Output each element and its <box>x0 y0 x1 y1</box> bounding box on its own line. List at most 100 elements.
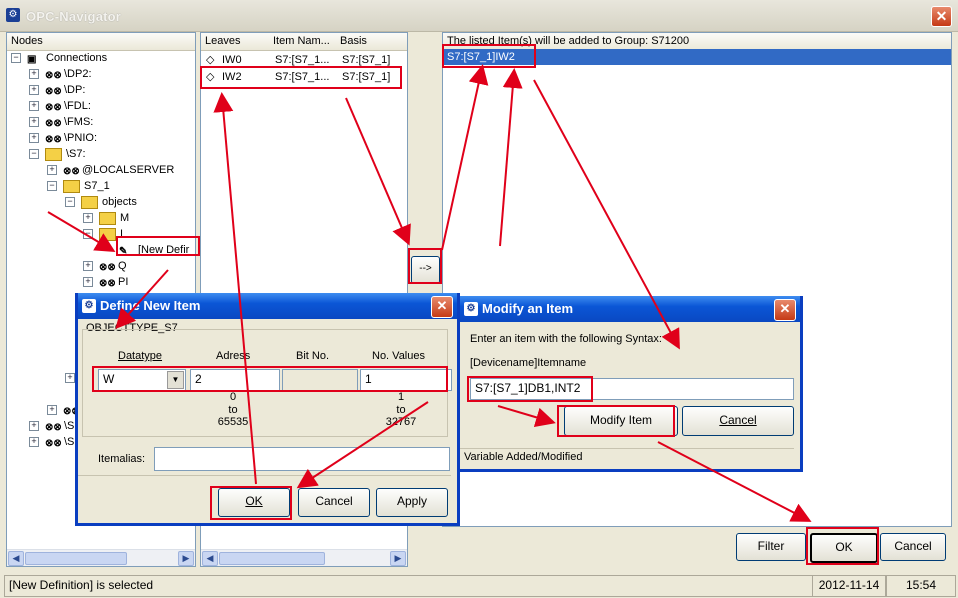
filter-button[interactable]: Filter <box>736 533 806 561</box>
adress-min: 0 <box>229 391 237 403</box>
status-date: 2012-11-14 <box>812 575 886 597</box>
close-icon[interactable]: ✕ <box>431 296 453 318</box>
tree-item-pnio[interactable]: + ⊗⊗ \PNIO: <box>29 131 97 145</box>
dialog-separator <box>78 475 451 476</box>
collapse-icon[interactable]: − <box>47 181 57 192</box>
datatype-label: Datatype <box>118 350 163 362</box>
expand-icon[interactable]: + <box>29 421 39 432</box>
window-close-button[interactable]: ✕ <box>931 6 952 27</box>
modify-status: Variable Added/Modified <box>460 448 794 466</box>
tree-label: \S <box>64 420 75 432</box>
modify-cancel-button[interactable]: Cancel <box>682 406 794 436</box>
binoculars-icon: ⊗⊗ <box>45 117 62 129</box>
expand-icon[interactable]: + <box>29 85 39 96</box>
folder-icon <box>99 211 116 225</box>
annotation-box-define-fields <box>92 366 448 392</box>
adress-to: to <box>228 404 238 416</box>
annotation-box-add-button <box>408 248 442 284</box>
tree-item-m[interactable]: + M <box>83 211 129 225</box>
tree-item-s-a[interactable]: + ⊗⊗ \S <box>29 419 74 433</box>
define-apply-button[interactable]: Apply <box>376 488 448 517</box>
tree-item-s7[interactable]: − \S7: <box>29 147 86 161</box>
col-basis[interactable]: Basis <box>336 33 407 51</box>
close-icon[interactable]: ✕ <box>774 299 796 321</box>
expand-icon[interactable]: + <box>47 405 57 416</box>
expand-icon[interactable]: + <box>83 261 93 272</box>
window-title: OPC-Navigator <box>26 9 122 24</box>
tree-item-q[interactable]: + ⊗⊗ Q <box>83 259 127 273</box>
tree-label: Connections <box>46 52 108 64</box>
tree-item-s-b[interactable]: + ⊗⊗ \S <box>29 435 74 449</box>
col-leaves[interactable]: Leaves <box>201 33 274 51</box>
novalues-max: 32767 <box>385 416 417 428</box>
scroll-thumb[interactable] <box>25 552 127 565</box>
modify-instruction: Enter an item with the following Syntax: <box>470 333 662 345</box>
scroll-right-icon[interactable]: ▶ <box>178 551 194 566</box>
annotation-box-new-definition <box>116 236 200 256</box>
tree-item-dp[interactable]: + ⊗⊗ \DP: <box>29 83 85 97</box>
define-cancel-button[interactable]: Cancel <box>298 488 370 517</box>
tree-item-dp2[interactable]: + ⊗⊗ \DP2: <box>29 67 92 81</box>
tree-label: \DP2: <box>64 68 92 80</box>
binoculars-icon: ⊗⊗ <box>63 165 80 177</box>
expand-icon[interactable]: + <box>29 133 39 144</box>
expand-icon[interactable]: + <box>29 437 39 448</box>
dialog-app-icon: ⚙ <box>464 302 478 316</box>
collapse-icon[interactable]: − <box>65 197 75 208</box>
scroll-right-icon[interactable]: ▶ <box>390 551 406 566</box>
tree-item-s7-1[interactable]: − S7_1 <box>47 179 110 193</box>
modify-dialog-title: Modify an Item <box>482 301 574 316</box>
binoculars-icon: ⊗⊗ <box>99 277 116 289</box>
collapse-icon[interactable]: − <box>29 149 39 160</box>
status-time: 15:54 <box>886 575 956 597</box>
novalues-min: 1 <box>397 391 405 403</box>
expand-icon[interactable]: + <box>29 101 39 112</box>
collapse-icon[interactable]: − <box>11 53 21 64</box>
tree-item-fms[interactable]: + ⊗⊗ \FMS: <box>29 115 93 129</box>
nodes-header[interactable]: Nodes <box>7 33 195 51</box>
tree-item-pi[interactable]: + ⊗⊗ PI <box>83 275 128 289</box>
status-message: [New Definition] is selected <box>4 575 814 597</box>
tree-item-connections[interactable]: − ▣ Connections <box>11 51 107 65</box>
define-dialog-title: Define New Item <box>100 298 201 313</box>
modify-syntax: [Devicename]Itemname <box>470 357 587 369</box>
window-titlebar: ⚙ OPC-Navigator <box>0 0 958 32</box>
adress-max: 65535 <box>217 416 249 428</box>
collapse-icon[interactable]: − <box>83 229 93 240</box>
folder-open-icon <box>63 179 80 193</box>
expand-icon[interactable]: + <box>47 165 57 176</box>
binoculars-icon: ⊗⊗ <box>45 437 62 449</box>
app-icon: ⚙ <box>6 8 20 22</box>
binoculars-icon: ⊗⊗ <box>45 85 62 97</box>
annotation-box-group-item <box>442 44 536 68</box>
novalues-to: to <box>396 404 406 416</box>
tree-item-objects[interactable]: − objects <box>65 195 137 209</box>
tree-label: \FDL: <box>64 100 91 112</box>
scroll-left-icon[interactable]: ◀ <box>202 551 218 566</box>
binoculars-icon: ⊗⊗ <box>45 133 62 145</box>
tree-item-localserver[interactable]: + ⊗⊗ @LOCALSERVER <box>47 163 174 177</box>
expand-icon[interactable]: + <box>29 117 39 128</box>
annotation-box-define-ok <box>210 486 292 520</box>
leaves-hscrollbar[interactable]: ◀ ▶ <box>201 549 407 566</box>
network-icon: ▣ <box>27 53 37 65</box>
annotation-box-modify-button <box>557 405 675 437</box>
cancel-button[interactable]: Cancel <box>880 533 946 561</box>
expand-icon[interactable]: + <box>83 277 93 288</box>
annotation-box-modify-input <box>467 376 593 402</box>
tree-label: \FMS: <box>64 116 94 128</box>
itemalias-label: Itemalias: <box>98 453 146 465</box>
annotation-box-leaf-iw2 <box>200 66 402 89</box>
tree-label: M <box>120 212 130 224</box>
scroll-thumb[interactable] <box>219 552 325 565</box>
nodes-hscrollbar[interactable]: ◀ ▶ <box>7 549 195 566</box>
scroll-left-icon[interactable]: ◀ <box>8 551 24 566</box>
expand-icon[interactable]: + <box>29 69 39 80</box>
tree-item-fdl[interactable]: + ⊗⊗ \FDL: <box>29 99 91 113</box>
tree-label: \S <box>64 436 75 448</box>
expand-icon[interactable]: + <box>65 373 75 384</box>
col-item-name[interactable]: Item Nam... <box>269 33 341 51</box>
itemalias-input[interactable] <box>154 447 450 471</box>
expand-icon[interactable]: + <box>83 213 93 224</box>
novalues-label: No. Values <box>372 350 425 362</box>
